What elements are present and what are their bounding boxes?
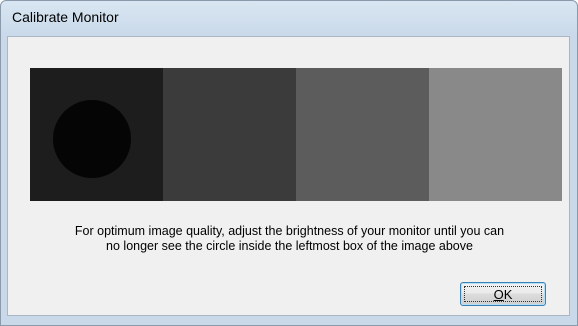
instructions-line-2: no longer see the circle inside the left… [106,239,473,253]
swatch-light [429,68,562,201]
ok-button[interactable]: OK [460,282,546,306]
ok-label-rest: K [503,286,513,302]
ok-mnemonic: O [493,286,504,302]
title-bar[interactable]: Calibrate Monitor [1,1,577,32]
dialog-title: Calibrate Monitor [12,9,119,25]
swatch-medium [296,68,429,201]
calibration-circle [53,100,131,178]
dialog-content: For optimum image quality, adjust the br… [7,36,570,316]
swatch-dark [163,68,296,201]
swatch-darkest [30,68,163,201]
calibrate-monitor-dialog: Calibrate Monitor For optimum image qual… [0,0,578,326]
calibration-image [30,68,562,201]
instructions-line-1: For optimum image quality, adjust the br… [74,224,505,238]
instructions-text: For optimum image quality, adjust the br… [8,224,571,254]
